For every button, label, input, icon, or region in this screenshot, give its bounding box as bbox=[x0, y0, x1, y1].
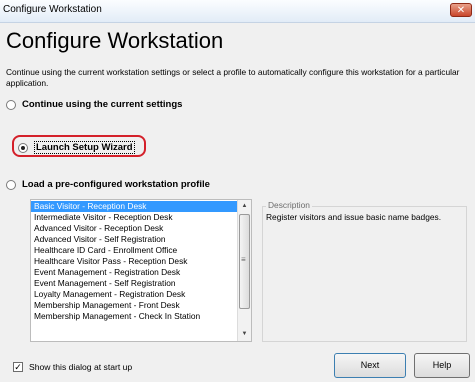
title-bar[interactable]: Configure Workstation ✕ bbox=[0, 0, 475, 23]
profile-list-item[interactable]: Advanced Visitor - Reception Desk bbox=[31, 223, 237, 234]
description-group bbox=[262, 206, 467, 342]
intro-text: Continue using the current workstation s… bbox=[6, 67, 460, 88]
load-profile-radio[interactable] bbox=[6, 179, 16, 190]
profile-list-item[interactable]: Membership Management - Front Desk bbox=[31, 300, 237, 311]
page-title: Configure Workstation bbox=[6, 28, 224, 53]
load-profile-radio-option[interactable]: Load a pre-configured workstation profil… bbox=[6, 179, 210, 190]
window-title: Configure Workstation bbox=[3, 4, 102, 15]
launch-wizard-radio-option[interactable]: Launch Setup Wizard bbox=[18, 141, 135, 154]
scroll-down-arrow-icon[interactable]: ▼ bbox=[238, 328, 251, 341]
profile-listbox[interactable]: Basic Visitor - Reception Desk Intermedia… bbox=[30, 199, 252, 342]
profile-list-item[interactable]: Healthcare ID Card - Enrollment Office bbox=[31, 245, 237, 256]
show-dialog-option[interactable]: ✓ Show this dialog at start up bbox=[13, 362, 132, 372]
launch-wizard-label[interactable]: Launch Setup Wizard bbox=[34, 141, 135, 154]
profile-list-item[interactable]: Event Management - Self Registration bbox=[31, 278, 237, 289]
continue-settings-radio[interactable] bbox=[6, 99, 16, 110]
profile-list-items: Basic Visitor - Reception Desk Intermedia… bbox=[31, 201, 237, 322]
profile-list-item[interactable]: Event Management - Registration Desk bbox=[31, 267, 237, 278]
description-text: Register visitors and issue basic name b… bbox=[266, 212, 442, 222]
profile-list-item[interactable]: Membership Management - Check In Station bbox=[31, 311, 237, 322]
next-button[interactable]: Next bbox=[334, 353, 406, 378]
load-profile-label[interactable]: Load a pre-configured workstation profil… bbox=[22, 179, 210, 190]
continue-settings-label[interactable]: Continue using the current settings bbox=[22, 99, 182, 110]
show-dialog-checkbox[interactable]: ✓ bbox=[13, 362, 23, 372]
description-legend: Description bbox=[266, 200, 312, 210]
checkmark-icon: ✓ bbox=[14, 362, 22, 372]
help-button[interactable]: Help bbox=[414, 353, 470, 378]
scroll-up-arrow-icon[interactable]: ▲ bbox=[238, 200, 251, 213]
listbox-scrollbar[interactable]: ▲ ▼ bbox=[237, 200, 251, 341]
profile-list-item[interactable]: Intermediate Visitor - Reception Desk bbox=[31, 212, 237, 223]
show-dialog-label[interactable]: Show this dialog at start up bbox=[29, 362, 132, 372]
close-icon: ✕ bbox=[456, 5, 466, 16]
close-button[interactable]: ✕ bbox=[450, 3, 472, 17]
profile-list-item[interactable]: Healthcare Visitor Pass - Reception Desk bbox=[31, 256, 237, 267]
profile-list-item[interactable]: Basic Visitor - Reception Desk bbox=[31, 201, 237, 212]
continue-settings-radio-option[interactable]: Continue using the current settings bbox=[6, 99, 182, 110]
profile-list-item[interactable]: Advanced Visitor - Self Registration bbox=[31, 234, 237, 245]
profile-list-item[interactable]: Loyalty Management - Registration Desk bbox=[31, 289, 237, 300]
scroll-thumb[interactable] bbox=[239, 214, 250, 309]
launch-wizard-radio[interactable] bbox=[18, 142, 28, 153]
configure-workstation-dialog: Configure Workstation ✕ Configure Workst… bbox=[0, 0, 475, 382]
